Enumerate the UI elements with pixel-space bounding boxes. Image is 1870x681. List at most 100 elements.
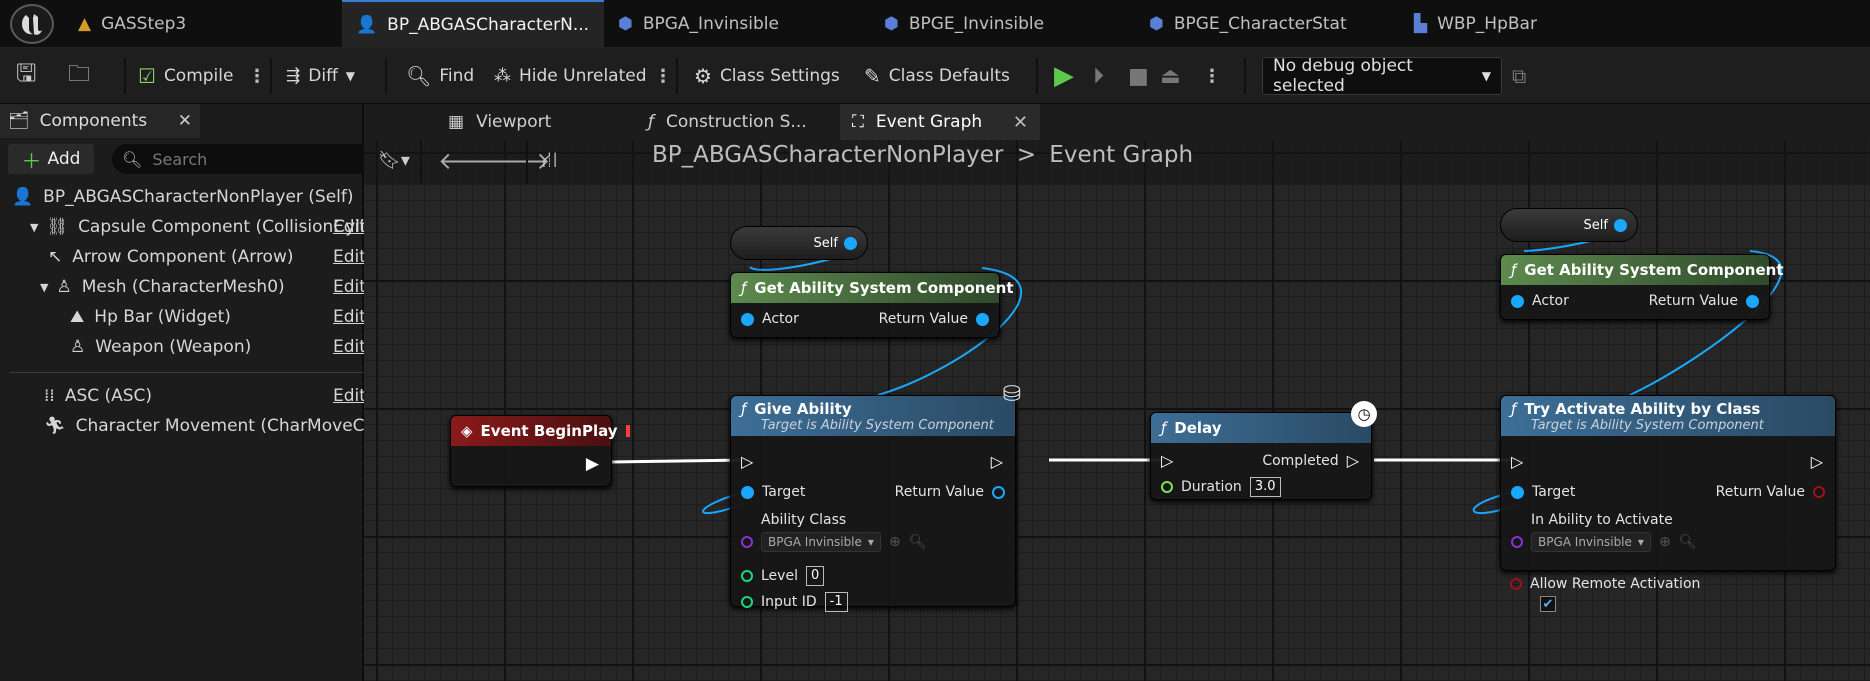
browse-icon[interactable]: ⊕ xyxy=(889,534,901,550)
doc-tab-bpga-invinsible[interactable]: ⬢ BPGA_Invinsible xyxy=(604,0,866,48)
exec-output-pin[interactable]: ▷ xyxy=(991,452,1003,471)
tab-event-graph[interactable]: ⛶ Event Graph ✕ xyxy=(840,104,1040,140)
compile-options-icon[interactable]: ⋮ xyxy=(248,48,266,104)
search-icon[interactable]: 🔍︎ xyxy=(1679,534,1697,550)
find-button[interactable]: 🔍︎ Find xyxy=(406,48,474,104)
function-icon: ƒ xyxy=(1511,399,1517,418)
server-only-icon: ⛁ xyxy=(1002,382,1021,407)
exec-output-pin[interactable]: ▶ xyxy=(586,454,599,474)
class-settings-button[interactable]: ⚙ Class Settings xyxy=(694,48,840,104)
node-header: ƒ Try Activate Ability by Class Target is… xyxy=(1501,396,1835,436)
components-tab[interactable]: 🗂︎ Components ✕ xyxy=(0,104,200,138)
in-ability-input-pin[interactable]: BPGA Invinsible ▾ ⊕ 🔍︎ xyxy=(1511,532,1696,552)
self-output-pin[interactable] xyxy=(844,236,857,250)
delay-node[interactable]: ƒ Delay ◷ ▷ Completed ▷ Duration 3.0 xyxy=(1150,401,1377,500)
debug-object-dropdown[interactable]: No debug object selected ▼ xyxy=(1262,56,1502,96)
tab-construction-script[interactable]: ƒ Construction S... xyxy=(636,104,836,140)
allow-remote-checkbox[interactable]: ✔ xyxy=(1540,596,1556,612)
search-icon[interactable]: 🔍︎ xyxy=(909,534,927,550)
compile-button[interactable]: ☑ Compile xyxy=(138,48,233,104)
target-input-pin[interactable]: Target xyxy=(741,484,805,500)
return-value-output-pin[interactable]: Return Value xyxy=(895,484,1005,500)
try-activate-ability-by-class-node[interactable]: ƒ Try Activate Ability by Class Target is… xyxy=(1500,395,1836,571)
hide-unrelated-button[interactable]: ⁂ Hide Unrelated xyxy=(494,48,647,104)
event-graph-canvas[interactable]: 🔖︎▾ 🡐 🡒 ⛙ BP_ABGASCharacterNonPlayer > E… xyxy=(364,140,1870,681)
int-pin-icon xyxy=(741,596,753,608)
exec-input-pin[interactable]: ▷ xyxy=(741,452,753,471)
editor-tabs: ▦ Viewport ƒ Construction S... ⛶ Event G… xyxy=(364,104,1870,140)
ability-class-dropdown[interactable]: BPGA Invinsible ▾ xyxy=(761,532,881,552)
close-icon[interactable]: ✕ xyxy=(178,111,192,131)
unreal-logo-icon[interactable] xyxy=(10,4,54,44)
stop-button[interactable]: ■ xyxy=(1128,48,1149,104)
document-tab-bar: ▲ GASStep3 👤 BP_ABGASCharacterN... ✕ ⬢ B… xyxy=(0,0,1870,48)
browse-icon[interactable]: ⊕ xyxy=(1659,534,1671,550)
debug-filter-button[interactable]: ⧉ xyxy=(1512,48,1526,104)
toolbar-divider xyxy=(676,58,678,94)
class-defaults-icon: ✎ xyxy=(864,64,881,88)
latent-clock-icon: ◷ xyxy=(1351,401,1377,427)
target-input-pin[interactable]: Target xyxy=(1511,484,1575,500)
toolbar-divider xyxy=(385,58,387,94)
ability-class-label: Ability Class xyxy=(761,512,847,528)
duration-value-field[interactable]: 3.0 xyxy=(1249,477,1281,497)
add-component-button[interactable]: ＋ Add xyxy=(8,144,94,174)
blueprint-icon: ⬢ xyxy=(1149,14,1164,34)
level-value-field[interactable]: 0 xyxy=(805,566,825,586)
level-input-pin[interactable]: Level 0 xyxy=(741,566,825,586)
browse-button[interactable]: 🗀 xyxy=(68,48,90,104)
components-panel: 🗂︎ Components ✕ ＋ Add 🔍︎ Search 👤 BP_ABG… xyxy=(0,104,433,681)
return-value-output-pin[interactable]: Return Value xyxy=(1649,293,1759,309)
give-ability-node[interactable]: ƒ Give Ability Target is Ability System C… xyxy=(730,382,1021,612)
allow-remote-activation-pin[interactable]: Allow Remote Activation xyxy=(1510,576,1700,592)
duration-input-pin[interactable]: Duration 3.0 xyxy=(1161,477,1281,497)
doc-tab-wbp-hpbar[interactable]: ▙ WBP_HpBar xyxy=(1400,0,1600,48)
self-reference-node[interactable]: Self xyxy=(730,226,868,260)
find-options-icon[interactable]: ⋮ xyxy=(654,48,672,104)
completed-output-pin[interactable]: Completed ▷ xyxy=(1262,451,1359,470)
exec-input-pin[interactable]: ▷ xyxy=(1161,451,1173,470)
node-header: ◈ Event BeginPlay xyxy=(451,416,630,446)
ability-class-dropdown[interactable]: BPGA Invinsible ▾ xyxy=(1531,532,1651,552)
input-id-input-pin[interactable]: Input ID -1 xyxy=(741,592,848,612)
ability-class-input-pin[interactable]: BPGA Invinsible ▾ ⊕ 🔍︎ xyxy=(741,532,926,552)
doc-tab-bpge-characterstat[interactable]: ⬢ BPGE_CharacterStat xyxy=(1135,0,1397,48)
doc-tab-gasstep3[interactable]: ▲ GASStep3 xyxy=(64,0,276,48)
character-blueprint-icon: 👤 xyxy=(356,15,378,35)
doc-tab-bpge-invinsible[interactable]: ⬢ BPGE_Invinsible xyxy=(870,0,1132,48)
doc-tab-bp-character[interactable]: 👤 BP_ABGASCharacterN... ✕ xyxy=(342,0,604,48)
advance-frame-button[interactable]: ⏵ xyxy=(1093,48,1104,104)
chevron-down-icon: ▾ xyxy=(867,535,874,549)
return-value-output-pin[interactable]: Return Value xyxy=(1716,484,1825,500)
node-header: ƒ Get Ability System Component xyxy=(731,273,1014,303)
exec-output-pin[interactable]: ▷ xyxy=(1811,452,1823,471)
return-value-output-pin[interactable]: Return Value xyxy=(879,311,989,327)
object-pin-icon xyxy=(1511,485,1524,499)
class-defaults-button[interactable]: ✎ Class Defaults xyxy=(864,48,1010,104)
play-options-icon[interactable]: ⋮ xyxy=(1203,48,1221,104)
diff-dropdown[interactable]: ⇶ Diff ▼ xyxy=(286,48,355,104)
play-icon: ▶ xyxy=(1054,61,1074,91)
actor-input-pin[interactable]: Actor xyxy=(1511,293,1569,309)
eject-button[interactable]: ⏏ xyxy=(1160,48,1181,104)
compile-status-icon: ☑ xyxy=(138,64,156,88)
close-icon[interactable]: ✕ xyxy=(1013,112,1028,133)
event-beginplay-node[interactable]: ◈ Event BeginPlay ▶ xyxy=(450,415,630,487)
tab-viewport[interactable]: ▦ Viewport xyxy=(436,104,616,140)
diff-icon: ⇶ xyxy=(286,66,301,86)
self-output-pin[interactable] xyxy=(1614,218,1627,232)
get-ability-system-component-node[interactable]: ƒ Get Ability System Component Actor Ret… xyxy=(1500,254,1784,320)
object-pin-icon xyxy=(741,312,754,326)
save-button[interactable]: 🖫 xyxy=(16,48,36,104)
find-icon: 🔍︎ xyxy=(406,64,432,88)
arrow-component-icon: ↖ xyxy=(48,247,63,267)
pawn-icon: 👤 xyxy=(12,187,34,207)
function-icon: ƒ xyxy=(648,112,654,132)
get-ability-system-component-node[interactable]: ƒ Get Ability System Component Actor Ret… xyxy=(730,272,1014,338)
input-id-value-field[interactable]: -1 xyxy=(824,592,848,612)
collapse-arrow-icon: ▼ xyxy=(40,280,49,294)
play-button[interactable]: ▶ xyxy=(1054,48,1074,104)
self-reference-node[interactable]: Self xyxy=(1500,208,1638,242)
exec-input-pin[interactable]: ▷ xyxy=(1511,452,1523,471)
actor-input-pin[interactable]: Actor xyxy=(741,311,799,327)
